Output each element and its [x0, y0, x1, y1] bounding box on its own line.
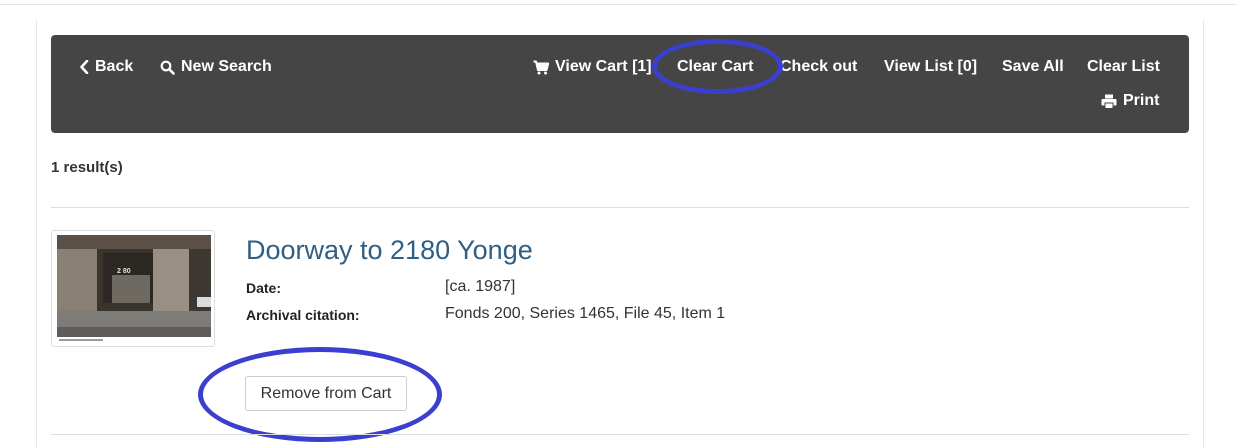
save-all-link[interactable]: Save All [1002, 57, 1064, 77]
content-border-right [1203, 20, 1204, 447]
cart-icon [533, 60, 549, 75]
date-label: Date: [246, 280, 282, 296]
citation-label: Archival citation: [246, 307, 360, 323]
clear-cart-label: Clear Cart [677, 58, 754, 75]
content-border-left [36, 20, 37, 447]
citation-value: Fonds 200, Series 1465, File 45, Item 1 [445, 305, 726, 322]
view-list-link[interactable]: View List [0] [884, 57, 977, 77]
results-divider-top [51, 207, 1189, 208]
results-divider-bottom [51, 434, 1189, 435]
new-search-label: New Search [181, 58, 272, 75]
clear-cart-link[interactable]: Clear Cart [677, 57, 753, 77]
item-title-link[interactable]: Doorway to 2180 Yonge [246, 235, 533, 266]
result-count: 1 result(s) [51, 159, 123, 176]
print-link[interactable]: Print [1101, 91, 1159, 111]
chevron-left-icon [79, 60, 89, 74]
clear-list-label: Clear List [1087, 58, 1160, 75]
print-label: Print [1123, 92, 1160, 109]
doorway-photo-image: 2 80 [57, 235, 211, 343]
printer-icon [1101, 94, 1117, 109]
remove-from-cart-button[interactable]: Remove from Cart [245, 376, 407, 411]
back-label: Back [95, 58, 134, 75]
thumbnail-building-number: 2 80 [117, 268, 131, 275]
item-thumbnail[interactable]: 2 80 [51, 230, 215, 347]
date-value: [ca. 1987] [445, 278, 516, 295]
check-out-link[interactable]: Check out [780, 57, 857, 77]
top-divider [0, 4, 1237, 5]
check-out-label: Check out [780, 58, 858, 75]
view-list-label: View List [0] [884, 58, 978, 75]
clear-list-link[interactable]: Clear List [1087, 57, 1160, 77]
back-link[interactable]: Back [79, 57, 133, 77]
view-cart-label: View Cart [1] [555, 58, 652, 75]
search-icon [160, 60, 175, 75]
save-all-label: Save All [1002, 58, 1064, 75]
new-search-link[interactable]: New Search [160, 57, 272, 77]
view-cart-link[interactable]: View Cart [1] [533, 57, 652, 77]
results-toolbar: Back New Search View Cart [1] Clear Cart… [51, 35, 1189, 133]
